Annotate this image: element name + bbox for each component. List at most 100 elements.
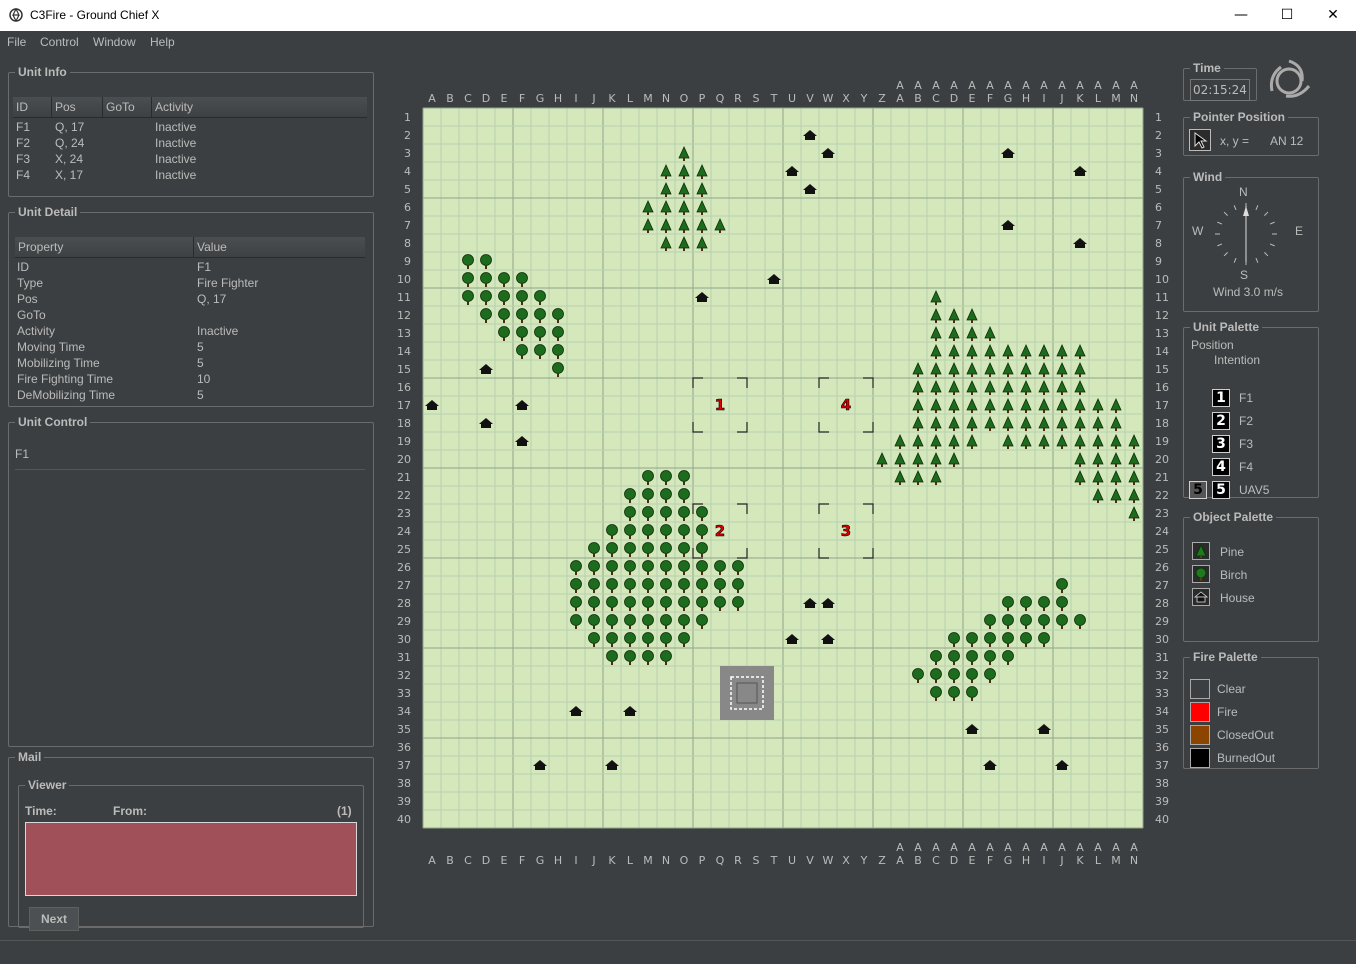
map-row-label-right: 10 — [1155, 273, 1169, 286]
fire-palette-item[interactable]: ClosedOut — [1184, 725, 1314, 745]
map-row-label-left: 13 — [397, 327, 411, 340]
map-col-label-top: C — [932, 92, 940, 105]
unit-control-selected-unit[interactable]: F1 — [15, 447, 29, 461]
map-col-label-top: A — [428, 92, 436, 105]
map-row-label-left: 32 — [397, 669, 411, 682]
unit-info-row[interactable]: F1 Q, 17 Inactive — [13, 119, 367, 135]
object-palette-item[interactable]: Birch — [1184, 565, 1314, 585]
mail-next-button[interactable]: Next — [29, 907, 79, 931]
status-bar — [0, 940, 1356, 964]
unit-palette-item[interactable]: 2 F2 — [1184, 412, 1314, 432]
fire-palette-label: BurnedOut — [1217, 751, 1276, 765]
terrain-map[interactable]: AABBCCDDEEFFGGHHIIJJKKLLMMNNOOPPQQRRSSTT… — [390, 60, 1170, 940]
col-header-pos[interactable]: Pos — [55, 100, 76, 114]
unit-detail-row[interactable]: Fire Fighting Time 10 — [15, 371, 365, 387]
map-row-label-left: 38 — [397, 777, 411, 790]
map-col-label-bottom: J — [591, 854, 595, 867]
menu-control[interactable]: Control — [40, 35, 79, 49]
map-col-label-bottom: C — [464, 854, 472, 867]
col-header-property[interactable]: Property — [18, 240, 63, 254]
uav-unit[interactable] — [720, 666, 774, 720]
map-col-label-bottom: P — [699, 854, 706, 867]
map-row-label-left: 4 — [404, 165, 411, 178]
unit-palette-item[interactable]: 3 F3 — [1184, 435, 1314, 455]
unit-info-row[interactable]: F3 X, 24 Inactive — [13, 151, 367, 167]
col-header-activity[interactable]: Activity — [155, 100, 193, 114]
map-col-label-bottom: A — [1130, 841, 1138, 854]
mail-count: (1) — [337, 804, 352, 818]
menu-file[interactable]: File — [7, 35, 26, 49]
unit-detail-row[interactable]: Moving Time 5 — [15, 339, 365, 355]
unit-palette-number[interactable]: 5 — [1212, 481, 1230, 499]
unit-palette-item[interactable]: 5 5 UAV5 — [1184, 481, 1314, 501]
unit-detail-row[interactable]: Activity Inactive — [15, 323, 365, 339]
unit-palette-number[interactable]: 4 — [1212, 458, 1230, 476]
map-col-label-top: F — [519, 92, 525, 105]
map-col-label-top: J — [1059, 92, 1063, 105]
minimize-button[interactable]: — — [1218, 0, 1264, 31]
unit-detail-row[interactable]: Type Fire Fighter — [15, 275, 365, 291]
menu-window[interactable]: Window — [93, 35, 136, 49]
map-row-label-left: 17 — [397, 399, 411, 412]
map-row-label-left: 6 — [404, 201, 411, 214]
unit-palette-number[interactable]: 3 — [1212, 435, 1230, 453]
fire-palette-item[interactable]: Fire — [1184, 702, 1314, 722]
map-row-label-right: 13 — [1155, 327, 1169, 340]
unit-palette-number[interactable]: 1 — [1212, 389, 1230, 407]
map-col-label-top: M — [643, 92, 653, 105]
map-row-label-left: 37 — [397, 759, 411, 772]
fire-palette-item[interactable]: Clear — [1184, 679, 1314, 699]
map-col-label-top: Y — [860, 92, 868, 105]
map-row-label-right: 19 — [1155, 435, 1169, 448]
maximize-button[interactable]: ☐ — [1264, 0, 1310, 31]
map-col-label-bottom: H — [554, 854, 562, 867]
map-row-label-right: 36 — [1155, 741, 1169, 754]
map-col-label-top: A — [1004, 79, 1012, 92]
unit-detail-row[interactable]: Pos Q, 17 — [15, 291, 365, 307]
map-col-label-bottom: Q — [716, 854, 725, 867]
map-col-label-top: A — [914, 79, 922, 92]
unit-detail-row[interactable]: Mobilizing Time 5 — [15, 355, 365, 371]
map-row-label-right: 39 — [1155, 795, 1169, 808]
unit-info-cell: F3 — [16, 152, 31, 166]
close-button[interactable]: ✕ — [1310, 0, 1356, 31]
mail-message-area[interactable] — [25, 822, 357, 896]
map-row-label-right: 9 — [1155, 255, 1162, 268]
unit-detail-row[interactable]: DeMobilizing Time 5 — [15, 387, 365, 403]
app-logo-icon — [9, 7, 23, 22]
unit-info-row[interactable]: F2 Q, 24 Inactive — [13, 135, 367, 151]
map-col-label-bottom: I — [1042, 854, 1045, 867]
unit-info-row[interactable]: F4 X, 17 Inactive — [13, 167, 367, 183]
unit-detail-row[interactable]: ID F1 — [15, 259, 365, 275]
fire-palette-title: Fire Palette — [1193, 650, 1258, 664]
map-row-label-left: 1 — [404, 111, 411, 124]
unit-palette-label: F1 — [1239, 391, 1254, 405]
object-palette-item[interactable]: House — [1184, 588, 1314, 608]
unit-detail-property: Mobilizing Time — [17, 356, 100, 370]
unit-detail-property: Type — [17, 276, 44, 290]
unit-palette-item[interactable]: 4 F4 — [1184, 458, 1314, 478]
map-col-label-bottom: A — [1022, 841, 1030, 854]
unit-detail-value: F1 — [197, 260, 212, 274]
wind-north-label: N — [1239, 185, 1248, 199]
map-col-label-top: I — [1042, 92, 1045, 105]
object-palette-item[interactable]: Pine — [1184, 542, 1314, 562]
unit-control-panel: Unit Control F1 — [8, 415, 374, 747]
map-col-label-top: X — [842, 92, 850, 105]
unit-detail-property: DeMobilizing Time — [17, 388, 116, 402]
unit-detail-row[interactable]: GoTo — [15, 307, 365, 323]
col-header-value[interactable]: Value — [197, 240, 227, 254]
unit-palette-number[interactable]: 2 — [1212, 412, 1230, 430]
menu-help[interactable]: Help — [150, 35, 175, 49]
map-row-label-right: 8 — [1155, 237, 1162, 250]
unit-info-cell: Q, 17 — [55, 120, 85, 134]
unit-palette-item[interactable]: 1 F1 — [1184, 389, 1314, 409]
map-col-label-top: A — [1112, 79, 1120, 92]
col-header-id[interactable]: ID — [16, 100, 28, 114]
fire-palette-item[interactable]: BurnedOut — [1184, 748, 1314, 768]
unit-palette-position-box[interactable]: 5 — [1189, 481, 1207, 499]
map-row-label-right: 12 — [1155, 309, 1169, 322]
map-row-label-left: 15 — [397, 363, 411, 376]
col-header-goto[interactable]: GoTo — [106, 100, 135, 114]
map-row-label-left: 19 — [397, 435, 411, 448]
